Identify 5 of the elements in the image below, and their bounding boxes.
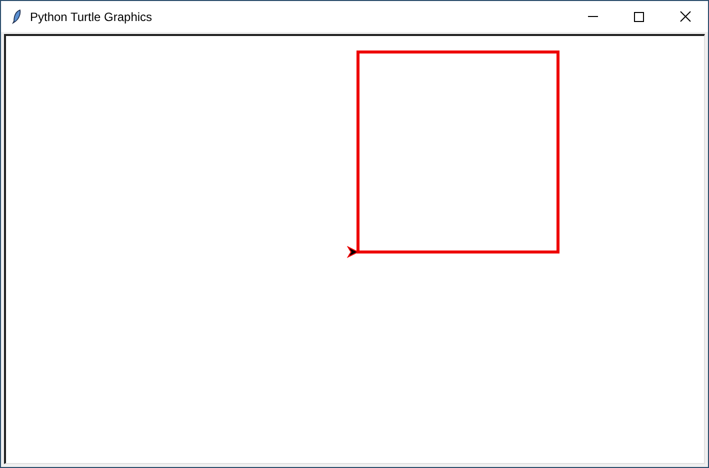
maximize-icon [634,12,644,22]
feather-icon [12,9,22,24]
window-title: Python Turtle Graphics [30,8,152,26]
minimize-icon [588,16,598,17]
close-icon [680,11,690,22]
